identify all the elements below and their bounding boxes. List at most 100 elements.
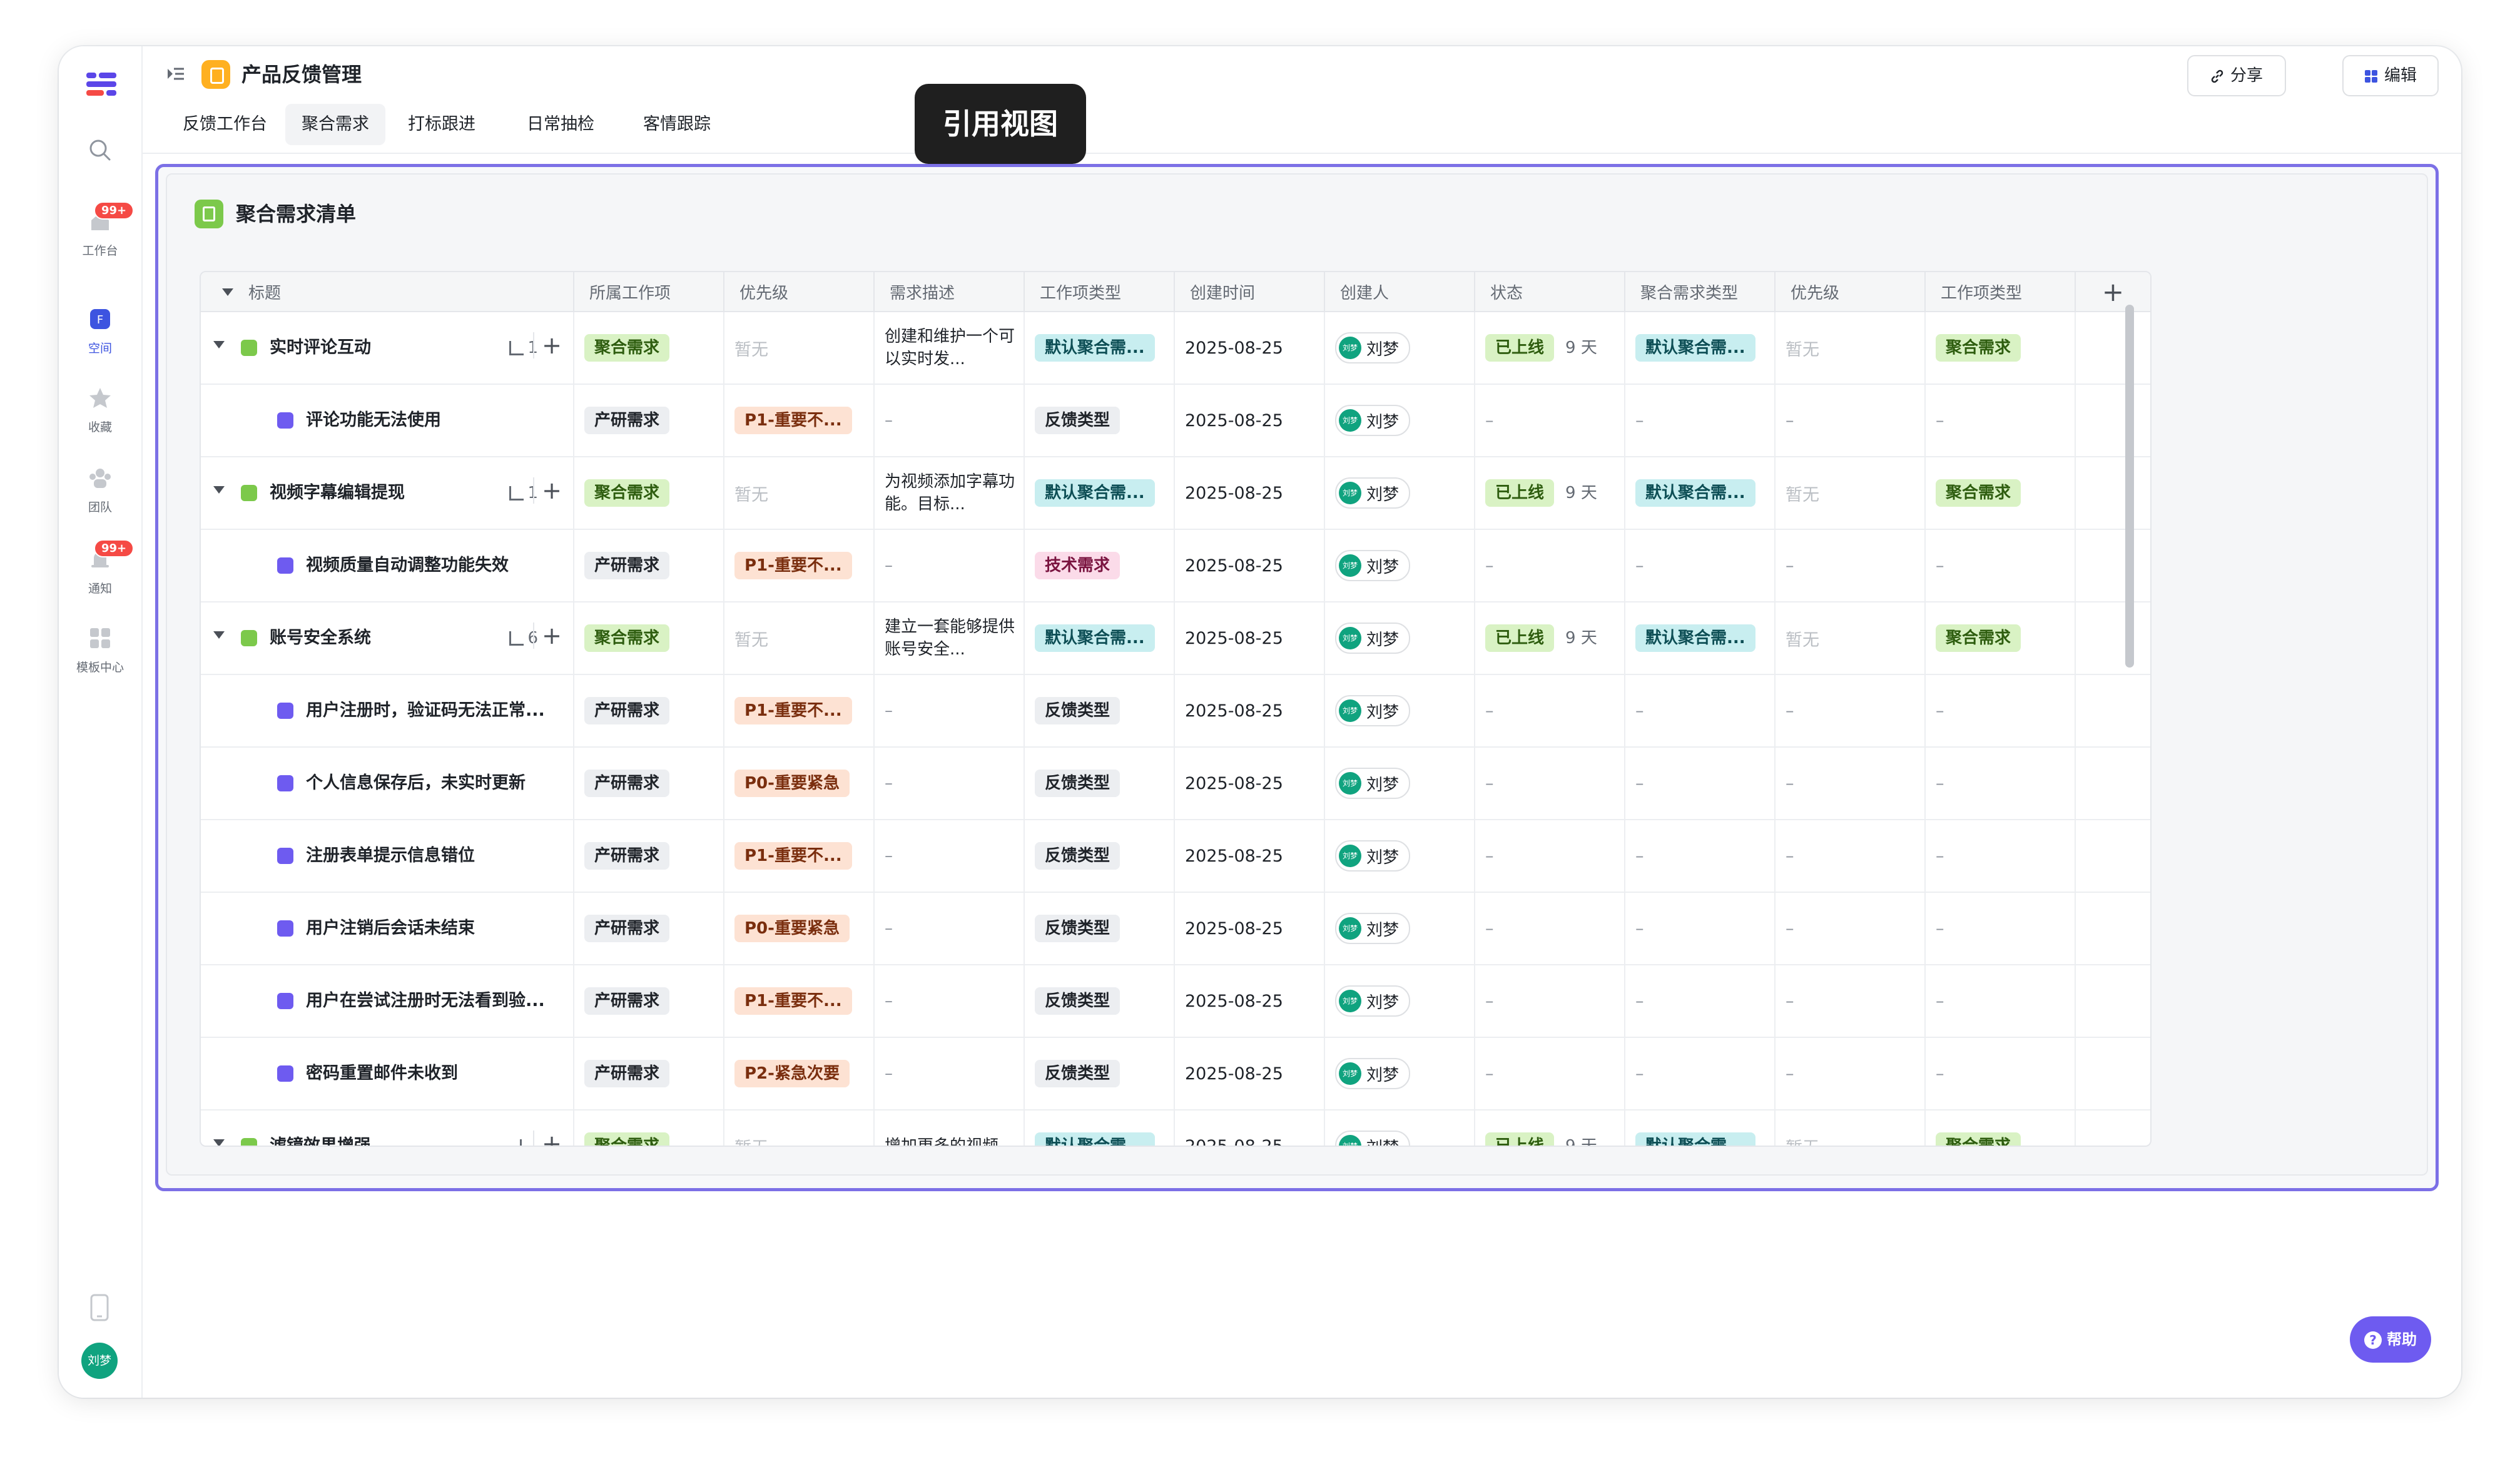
created-time-cell[interactable]: 2025-08-25 <box>1174 457 1325 530</box>
description-cell[interactable]: – <box>874 1037 1025 1111</box>
type-cell[interactable]: 反馈类型 <box>1024 747 1175 820</box>
creator-chip[interactable]: 刘梦刘梦 <box>1335 695 1411 726</box>
workitem-cell[interactable]: 产研需求 <box>574 965 724 1038</box>
type-cell[interactable]: 反馈类型 <box>1024 674 1175 748</box>
table-row-child[interactable]: 注册表单提示信息错位 产研需求 P1-重要不... – 反馈类型 2025-08-25 刘梦… <box>201 820 2150 893</box>
help-button[interactable]: ? 帮助 <box>2350 1316 2431 1363</box>
type-cell[interactable]: 默认聚合需... <box>1024 457 1175 530</box>
priority-cell[interactable]: 暂无 <box>724 1110 875 1146</box>
workitem-cell[interactable]: 产研需求 <box>574 1037 724 1111</box>
column-header[interactable]: 工作项类型 <box>1925 272 2076 312</box>
status-cell[interactable]: – <box>1475 529 1625 602</box>
workitem-cell[interactable]: 产研需求 <box>574 820 724 893</box>
created-time-cell[interactable]: 2025-08-25 <box>1174 529 1325 602</box>
type-cell[interactable]: 反馈类型 <box>1024 1037 1175 1111</box>
workitem-type2-cell[interactable]: – <box>1925 674 2076 748</box>
title-cell[interactable]: 用户注销后会话未结束 <box>201 893 572 963</box>
description-cell[interactable]: – <box>874 674 1025 748</box>
priority2-cell[interactable]: – <box>1775 384 1926 457</box>
creator-cell[interactable]: 刘梦刘梦 <box>1324 674 1475 748</box>
created-time-cell[interactable]: 2025-08-25 <box>1174 602 1325 675</box>
description-cell[interactable]: 为视频添加字幕功能。目标... <box>874 457 1025 530</box>
aggregate-type-cell[interactable]: – <box>1625 529 1776 602</box>
aggregate-type-cell[interactable]: 默认聚合需... <box>1625 312 1776 385</box>
rail-search[interactable] <box>59 138 141 165</box>
creator-cell[interactable]: 刘梦刘梦 <box>1324 384 1475 457</box>
status-cell[interactable]: – <box>1475 892 1625 965</box>
expand-toggle-icon[interactable] <box>213 341 225 348</box>
creator-chip[interactable]: 刘梦刘梦 <box>1335 913 1411 944</box>
priority-cell[interactable]: P1-重要不... <box>724 529 875 602</box>
creator-chip[interactable]: 刘梦刘梦 <box>1335 550 1411 581</box>
title-cell[interactable]: 密码重置邮件未收到 <box>201 1038 572 1109</box>
priority2-cell[interactable]: – <box>1775 820 1926 893</box>
creator-cell[interactable]: 刘梦刘梦 <box>1324 1037 1475 1111</box>
aggregate-type-cell[interactable]: – <box>1625 674 1776 748</box>
status-cell[interactable]: 已上线 9 天 <box>1475 602 1625 675</box>
table-row-child[interactable]: 用户注销后会话未结束 产研需求 P0-重要紧急 – 反馈类型 2025-08-25 刘梦 刘梦… <box>201 892 2150 965</box>
title-cell[interactable]: 滤镜效果增强 + <box>201 1111 572 1146</box>
status-cell[interactable]: – <box>1475 820 1625 893</box>
share-button[interactable]: 分享 <box>2187 55 2286 96</box>
workitem-cell[interactable]: 产研需求 <box>574 892 724 965</box>
workitem-type2-cell[interactable]: – <box>1925 747 2076 820</box>
tab-daily-inspection[interactable]: 日常抽检 <box>511 104 611 145</box>
column-header[interactable]: 标题 <box>201 272 574 312</box>
priority-cell[interactable]: 暂无 <box>724 312 875 385</box>
status-cell[interactable]: 已上线 9 天 <box>1475 1110 1625 1146</box>
title-cell[interactable]: 个人信息保存后，未实时更新 <box>201 748 572 818</box>
collapse-all-icon[interactable] <box>222 288 233 296</box>
aggregate-type-cell[interactable]: – <box>1625 384 1776 457</box>
priority-cell[interactable]: 暂无 <box>724 457 875 530</box>
table-row-child[interactable]: 个人信息保存后，未实时更新 产研需求 P0-重要紧急 – 反馈类型 2025-08-25 刘… <box>201 747 2150 820</box>
creator-chip[interactable]: 刘梦刘梦 <box>1335 768 1411 799</box>
aggregate-type-cell[interactable]: 默认聚合需... <box>1625 1110 1776 1146</box>
add-column-button[interactable]: + <box>2075 272 2150 312</box>
created-time-cell[interactable]: 2025-08-25 <box>1174 674 1325 748</box>
workitem-cell[interactable]: 聚合需求 <box>574 312 724 385</box>
priority2-cell[interactable]: 暂无 <box>1775 312 1926 385</box>
workitem-type2-cell[interactable]: – <box>1925 965 2076 1038</box>
add-subitem-button[interactable]: + <box>533 623 562 649</box>
status-cell[interactable]: – <box>1475 1037 1625 1111</box>
priority2-cell[interactable]: – <box>1775 674 1926 748</box>
workitem-type2-cell[interactable]: – <box>1925 892 2076 965</box>
tab-feedback-workbench[interactable]: 反馈工作台 <box>166 104 283 145</box>
referenced-view[interactable]: 聚合需求清单 标题 所属工作项 优先级 需求描述 工作项类型 创建时间 创建人 … <box>155 164 2439 1191</box>
creator-cell[interactable]: 刘梦刘梦 <box>1324 457 1475 530</box>
description-cell[interactable]: 增加更多的视频 <box>874 1110 1025 1146</box>
status-cell[interactable]: 已上线 9 天 <box>1475 312 1625 385</box>
created-time-cell[interactable]: 2025-08-25 <box>1174 820 1325 893</box>
tab-aggregated-requirements[interactable]: 聚合需求 <box>285 104 385 145</box>
creator-chip[interactable]: 刘梦刘梦 <box>1335 1058 1411 1089</box>
table-row-parent[interactable]: 视频字幕编辑提现 1 + 聚合需求 暂无 为视频添加字幕功能。目标... 默认聚合需... 2… <box>201 457 2150 530</box>
workitem-cell[interactable]: 聚合需求 <box>574 1110 724 1146</box>
status-cell[interactable]: 已上线 9 天 <box>1475 457 1625 530</box>
creator-cell[interactable]: 刘梦刘梦 <box>1324 602 1475 675</box>
created-time-cell[interactable]: 2025-08-25 <box>1174 1110 1325 1146</box>
rail-item-team[interactable]: 团队 <box>59 465 141 515</box>
table-row-child[interactable]: 密码重置邮件未收到 产研需求 P2-紧急次要 – 反馈类型 2025-08-25 刘梦 刘梦 –… <box>201 1037 2150 1111</box>
priority2-cell[interactable]: – <box>1775 965 1926 1038</box>
type-cell[interactable]: 反馈类型 <box>1024 965 1175 1038</box>
add-subitem-button[interactable]: + <box>533 477 562 504</box>
column-header[interactable]: 创建人 <box>1324 272 1475 312</box>
title-cell[interactable]: 实时评论互动 1 + <box>201 312 572 383</box>
column-header[interactable]: 所属工作项 <box>574 272 724 312</box>
description-cell[interactable]: – <box>874 747 1025 820</box>
workitem-type2-cell[interactable]: – <box>1925 384 2076 457</box>
creator-cell[interactable]: 刘梦刘梦 <box>1324 892 1475 965</box>
creator-chip[interactable]: 刘梦刘梦 <box>1335 477 1411 509</box>
aggregate-type-cell[interactable]: – <box>1625 892 1776 965</box>
column-header[interactable]: 聚合需求类型 <box>1625 272 1776 312</box>
aggregate-type-cell[interactable]: 默认聚合需... <box>1625 602 1776 675</box>
workitem-type2-cell[interactable]: – <box>1925 1037 2076 1111</box>
tab-tagging-followup[interactable]: 打标跟进 <box>392 104 492 145</box>
workitem-type2-cell[interactable]: – <box>1925 820 2076 893</box>
column-header[interactable]: 状态 <box>1475 272 1625 312</box>
created-time-cell[interactable]: 2025-08-25 <box>1174 1037 1325 1111</box>
workitem-cell[interactable]: 聚合需求 <box>574 457 724 530</box>
priority-cell[interactable]: P0-重要紧急 <box>724 892 875 965</box>
table-row-child[interactable]: 用户在尝试注册时无法看到验... 产研需求 P1-重要不... – 反馈类型 2025-0… <box>201 965 2150 1038</box>
description-cell[interactable]: – <box>874 965 1025 1038</box>
